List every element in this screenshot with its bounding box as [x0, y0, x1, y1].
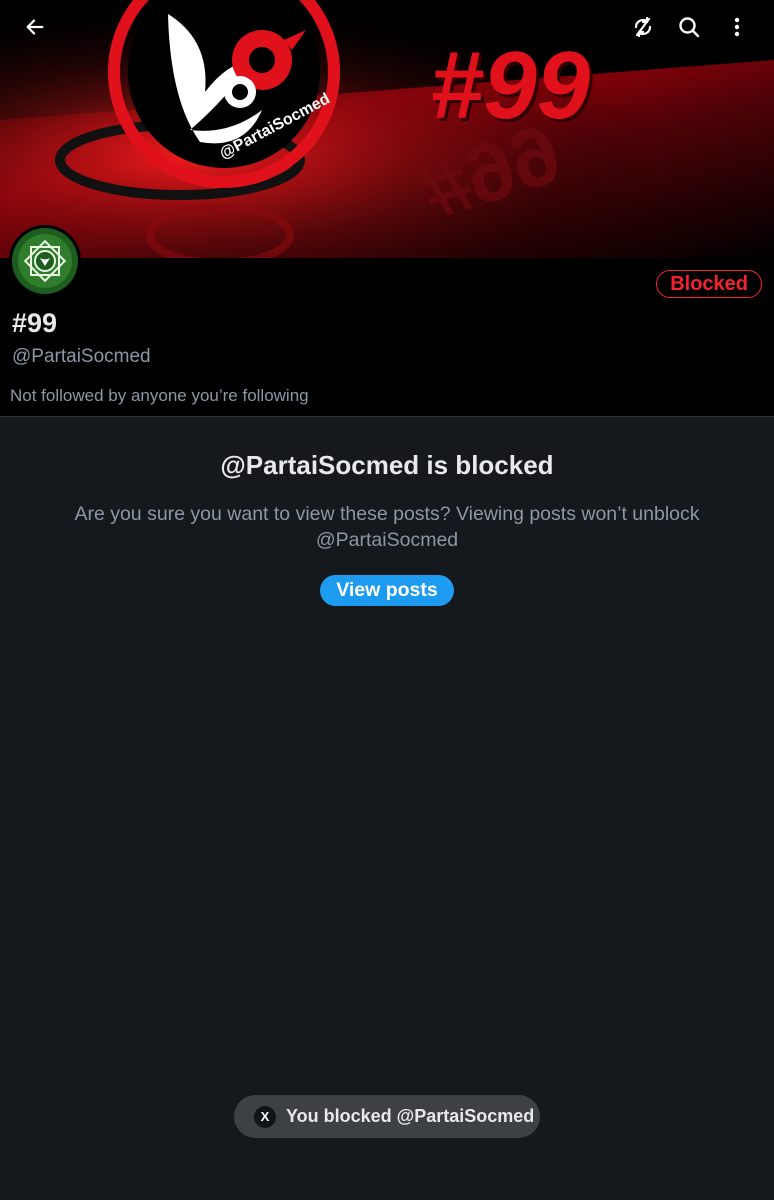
- green-emblem-avatar-icon: [12, 228, 78, 294]
- blocked-button[interactable]: Blocked: [656, 270, 762, 298]
- profile-handle: @PartaiSocmed: [12, 346, 151, 367]
- followed-by-note: Not followed by anyone you’re following: [10, 386, 309, 405]
- more-vertical-icon: [734, 17, 740, 37]
- search-icon: [679, 17, 700, 38]
- blocked-notice: @PartaiSocmed is blocked Are you sure yo…: [0, 450, 774, 606]
- x-logo-icon: X: [254, 1105, 276, 1128]
- more-options-button[interactable]: [718, 8, 756, 46]
- toast-text: You blocked @PartaiSocmed: [286, 1106, 535, 1126]
- blocked-notice-title: @PartaiSocmed is blocked: [220, 450, 554, 480]
- blocked-toast: X You blocked @PartaiSocmed: [234, 1095, 540, 1138]
- display-name: #99: [12, 308, 58, 338]
- refresh-off-icon: [634, 16, 652, 38]
- avatar[interactable]: [9, 225, 81, 297]
- view-posts-button[interactable]: View posts: [320, 575, 454, 606]
- profile-header: Blocked #99 @PartaiSocmed Not followed b…: [0, 225, 774, 417]
- refresh-button[interactable]: [624, 8, 662, 46]
- back-button[interactable]: [16, 8, 54, 46]
- profile-banner[interactable]: @PartaiSocmed #99 #99: [0, 0, 774, 258]
- search-button[interactable]: [670, 8, 708, 46]
- blocked-notice-body: Are you sure you want to view these post…: [74, 503, 700, 551]
- back-arrow-icon: [26, 19, 44, 35]
